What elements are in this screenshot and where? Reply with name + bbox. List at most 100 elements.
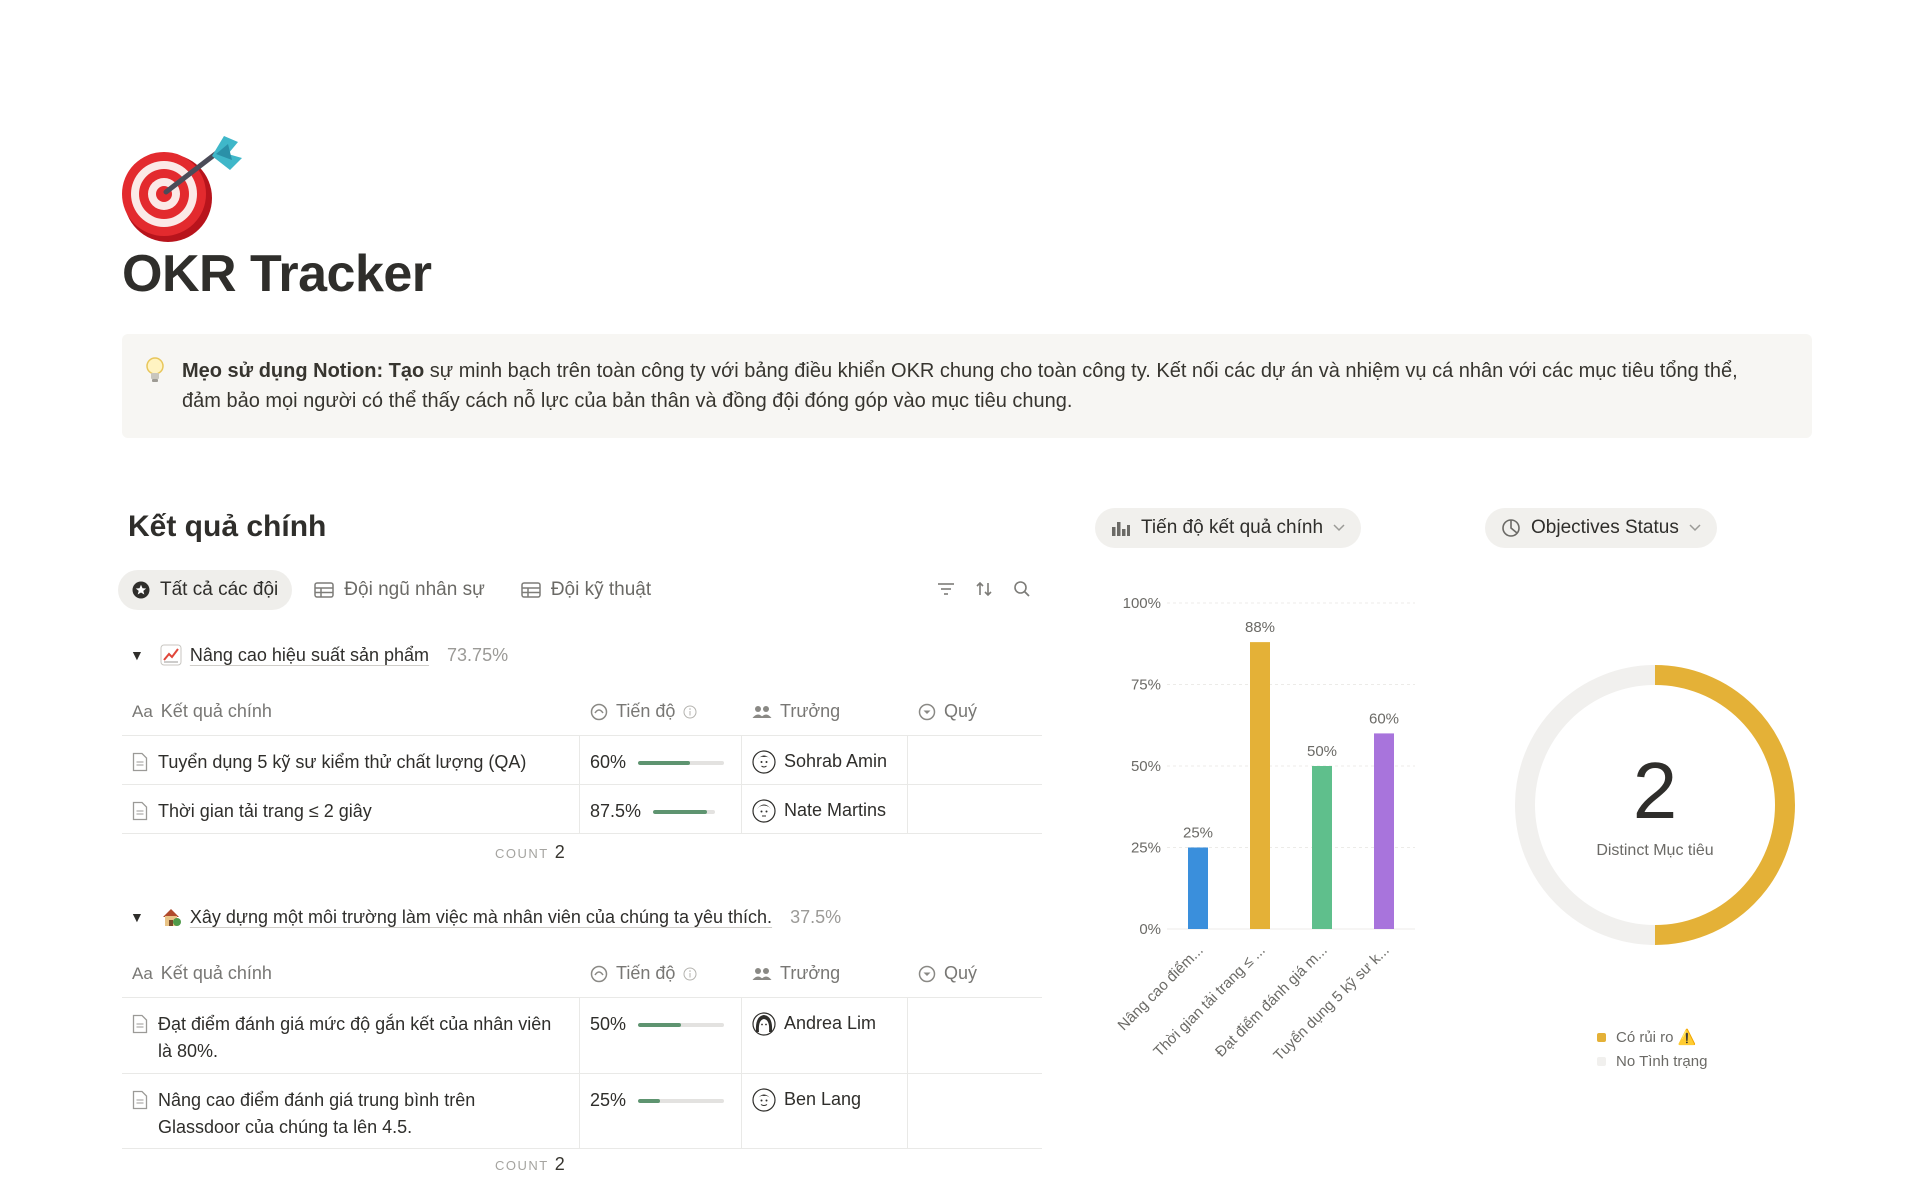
bar bbox=[1250, 642, 1270, 929]
quarter-cell[interactable] bbox=[908, 736, 1042, 784]
column-header-owner[interactable]: Trưởng bbox=[742, 701, 908, 722]
donut-chart-view-selector[interactable]: Objectives Status bbox=[1485, 508, 1717, 548]
group-percent: 73.75% bbox=[447, 644, 509, 665]
y-tick-label: 0% bbox=[1139, 921, 1161, 938]
sort-icon[interactable] bbox=[973, 578, 995, 600]
count-footer[interactable]: COUNT 2 bbox=[495, 1154, 565, 1175]
info-icon[interactable] bbox=[683, 967, 697, 981]
progress-fill bbox=[638, 761, 690, 765]
y-tick-label: 75% bbox=[1131, 677, 1161, 694]
name-cell[interactable]: Đạt điểm đánh giá mức độ gắn kết của nhâ… bbox=[122, 998, 580, 1073]
quarter-cell[interactable] bbox=[908, 1074, 1042, 1148]
group-name: Nâng cao hiệu suất sản phẩm bbox=[189, 644, 430, 665]
count-value: 2 bbox=[554, 1154, 565, 1174]
bar bbox=[1188, 847, 1208, 929]
column-header-quarter[interactable]: Quý bbox=[908, 963, 1042, 984]
owner-cell[interactable]: Sohrab Amin bbox=[742, 736, 908, 784]
view-tab-engineering-team[interactable]: Đội kỹ thuật bbox=[507, 570, 665, 610]
owner-cell[interactable]: Ben Lang bbox=[742, 1074, 908, 1148]
x-tick-label: Đạt điểm đánh giá m... bbox=[1212, 942, 1331, 1061]
donut-center-label: Distinct Mục tiêu bbox=[1596, 842, 1714, 859]
pie-chart-icon bbox=[1502, 519, 1520, 537]
view-tab-all-teams[interactable]: Tất cả các đội bbox=[118, 570, 293, 610]
progress-bar bbox=[638, 1099, 725, 1103]
info-icon[interactable] bbox=[683, 705, 697, 719]
database-toolbar bbox=[935, 578, 1033, 600]
progress-fill bbox=[638, 1099, 660, 1103]
collapse-toggle-icon[interactable]: ▼ bbox=[130, 647, 144, 663]
column-header-quarter[interactable]: Quý bbox=[908, 701, 1042, 722]
name-cell[interactable]: Nâng cao điểm đánh giá trung bình trên G… bbox=[122, 1074, 580, 1148]
page-icon bbox=[132, 752, 148, 772]
progress-value: 87.5% bbox=[590, 801, 642, 821]
legend-swatch bbox=[1597, 1056, 1606, 1066]
owner-cell[interactable]: Nate Martins bbox=[742, 785, 908, 833]
avatar bbox=[752, 1012, 776, 1036]
quarter-cell[interactable] bbox=[908, 785, 1042, 833]
owner-cell[interactable]: Andrea Lim bbox=[742, 998, 908, 1073]
legend-item[interactable]: No Tình trạng bbox=[1597, 1049, 1707, 1073]
callout-bold: Mẹo sử dụng Notion: Tạo bbox=[182, 360, 425, 382]
column-header-progress[interactable]: Tiến độ bbox=[580, 701, 742, 722]
table-row[interactable]: Nâng cao điểm đánh giá trung bình trên G… bbox=[122, 1074, 1042, 1149]
data-label: 60% bbox=[1369, 710, 1399, 727]
lightbulb-icon bbox=[144, 356, 166, 384]
owner-name: Andrea Lim bbox=[784, 1013, 877, 1033]
chevron-down-icon bbox=[1689, 524, 1701, 532]
count-label: COUNT bbox=[495, 846, 549, 861]
chart-chip-label: Objectives Status bbox=[1531, 517, 1679, 538]
name-cell[interactable]: Tuyển dụng 5 kỹ sư kiểm thử chất lượng (… bbox=[122, 736, 580, 784]
progress-value: 25% bbox=[590, 1090, 627, 1110]
count-footer[interactable]: COUNT 2 bbox=[495, 842, 565, 863]
bar-chart-view-selector[interactable]: Tiến độ kết quả chính bbox=[1095, 508, 1362, 548]
chevron-down-icon bbox=[1333, 524, 1345, 532]
table-icon bbox=[521, 582, 541, 598]
target-dart-icon[interactable] bbox=[120, 132, 246, 244]
column-header-progress[interactable]: Tiến độ bbox=[580, 963, 742, 984]
progress-value: 50% bbox=[590, 1014, 627, 1034]
legend-item[interactable]: Có rủi ro ⚠️ bbox=[1597, 1025, 1707, 1049]
progress-cell: 60% bbox=[580, 736, 742, 784]
page-icon bbox=[132, 1014, 148, 1034]
name-cell[interactable]: Thời gian tải trang ≤ 2 giây bbox=[122, 785, 580, 833]
table-group-1: Aa Kết quả chính Tiến độ Trưởng Quý Tuyển… bbox=[122, 688, 1042, 834]
data-label: 50% bbox=[1307, 743, 1337, 760]
view-tab-hr-team[interactable]: Đội ngũ nhân sự bbox=[300, 570, 499, 610]
table-group-2: Aa Kết quả chính Tiến độ Trưởng Quý Đạt đ… bbox=[122, 950, 1042, 1149]
group-name: Xây dựng một môi trường làm việc mà nhân… bbox=[189, 906, 773, 927]
progress-bar bbox=[653, 810, 716, 814]
owner-name: Ben Lang bbox=[784, 1089, 862, 1109]
data-label: 25% bbox=[1183, 825, 1213, 842]
progress-bar bbox=[638, 1023, 725, 1027]
chart-chip-label: Tiến độ kết quả chính bbox=[1141, 517, 1324, 538]
table-row[interactable]: Thời gian tải trang ≤ 2 giây 87.5% Nate … bbox=[122, 785, 1042, 834]
column-header-label: Quý bbox=[944, 963, 978, 983]
search-icon[interactable] bbox=[1011, 578, 1033, 600]
table-row[interactable]: Tuyển dụng 5 kỹ sư kiểm thử chất lượng (… bbox=[122, 736, 1042, 785]
row-title: Đạt điểm đánh giá mức độ gắn kết của nhâ… bbox=[158, 1014, 552, 1061]
column-header-label: Tiến độ bbox=[616, 701, 676, 721]
row-title: Thời gian tải trang ≤ 2 giây bbox=[158, 801, 372, 821]
filter-icon[interactable] bbox=[935, 578, 957, 600]
progress-cell: 50% bbox=[580, 998, 742, 1073]
column-header-name[interactable]: Aa Kết quả chính bbox=[122, 963, 580, 984]
progress-cell: 87.5% bbox=[580, 785, 742, 833]
table-row[interactable]: Đạt điểm đánh giá mức độ gắn kết của nhâ… bbox=[122, 998, 1042, 1074]
x-tick-label: Thời gian tải trang ≤ ... bbox=[1150, 942, 1269, 1061]
table-header: Aa Kết quả chính Tiến độ Trưởng Quý bbox=[122, 950, 1042, 998]
row-title: Tuyển dụng 5 kỹ sư kiểm thử chất lượng (… bbox=[158, 752, 527, 772]
avatar bbox=[752, 750, 776, 774]
x-tick-label: Tuyển dụng 5 kỹ sư k... bbox=[1270, 942, 1392, 1064]
column-header-owner[interactable]: Trưởng bbox=[742, 963, 908, 984]
count-label: COUNT bbox=[495, 1158, 549, 1173]
column-header-name[interactable]: Aa Kết quả chính bbox=[122, 701, 580, 722]
progress-bar bbox=[638, 761, 725, 765]
database-title[interactable]: Kết quả chính bbox=[128, 510, 326, 544]
group-header[interactable]: ▼ Xây dựng một môi trường làm việc mà nh… bbox=[130, 902, 841, 932]
view-tab-label: Đội kỹ thuật bbox=[550, 579, 652, 600]
group-header[interactable]: ▼ Nâng cao hiệu suất sản phẩm 73.75% bbox=[130, 640, 508, 670]
collapse-toggle-icon[interactable]: ▼ bbox=[130, 909, 144, 925]
progress-fill bbox=[638, 1023, 682, 1027]
quarter-cell[interactable] bbox=[908, 998, 1042, 1073]
row-title: Nâng cao điểm đánh giá trung bình trên G… bbox=[158, 1090, 476, 1137]
